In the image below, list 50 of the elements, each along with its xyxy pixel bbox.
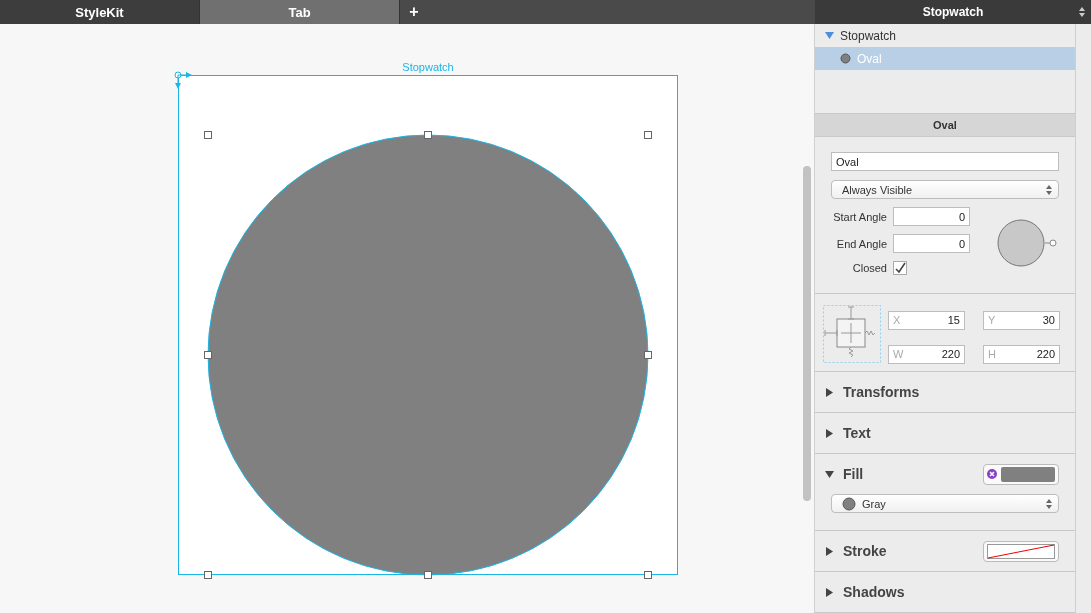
add-tab-button[interactable]: + bbox=[400, 0, 428, 24]
stroke-color-well[interactable] bbox=[983, 540, 1059, 562]
collapsed-triangle-icon[interactable] bbox=[825, 587, 834, 597]
angle-dial[interactable] bbox=[997, 218, 1057, 269]
field-label: End Angle bbox=[835, 237, 887, 250]
section-header[interactable]: Stroke bbox=[815, 531, 1075, 571]
section-header[interactable]: Transforms bbox=[815, 372, 1075, 412]
section-header[interactable]: Fill bbox=[815, 454, 1075, 494]
tab[interactable]: StyleKit bbox=[0, 0, 200, 24]
geometry-field[interactable]: Y 30 bbox=[983, 311, 1060, 331]
name-field[interactable]: Oval bbox=[831, 152, 1059, 172]
artboard-title: Stopwatch bbox=[401, 61, 455, 73]
section-header[interactable]: Text bbox=[815, 413, 1075, 453]
fill-color-well[interactable] bbox=[983, 463, 1059, 485]
tab[interactable]: Tab bbox=[200, 0, 400, 24]
collapsed-triangle-icon[interactable] bbox=[825, 546, 834, 556]
closed-checkbox[interactable] bbox=[893, 261, 907, 276]
section-header: Oval bbox=[815, 114, 1075, 138]
field-label: Start Angle bbox=[832, 210, 887, 223]
collapsed-triangle-icon[interactable] bbox=[825, 428, 834, 438]
angle-field[interactable]: 0 bbox=[893, 234, 970, 254]
expanded-triangle-icon[interactable] bbox=[825, 469, 834, 479]
resize-handle[interactable] bbox=[424, 131, 432, 139]
scrollbar-thumb[interactable] bbox=[803, 166, 811, 501]
resize-handle[interactable] bbox=[204, 351, 212, 359]
geometry-field[interactable]: H 220 bbox=[983, 345, 1060, 365]
stepper-arrows-icon bbox=[1079, 7, 1085, 17]
stepper-arrows-icon bbox=[1046, 498, 1052, 509]
geometry-field[interactable]: W 220 bbox=[888, 345, 965, 365]
geometry-field[interactable]: X 15 bbox=[888, 311, 965, 331]
inspector-header[interactable]: Stopwatch bbox=[815, 0, 1091, 24]
resize-handle[interactable] bbox=[644, 131, 652, 139]
section-header[interactable]: Shadows bbox=[815, 572, 1075, 612]
layer-row[interactable]: Stopwatch bbox=[815, 24, 1075, 47]
field-label: Closed bbox=[851, 262, 887, 275]
angle-field[interactable]: 0 bbox=[893, 207, 970, 227]
oval-shape[interactable] bbox=[207, 134, 649, 576]
color-dropdown[interactable]: Gray bbox=[831, 494, 1059, 513]
clear-icon[interactable] bbox=[987, 469, 997, 479]
resize-handle[interactable] bbox=[204, 571, 212, 579]
color-swatch-icon bbox=[842, 496, 856, 511]
collapsed-triangle-icon[interactable] bbox=[825, 387, 834, 397]
resize-handle[interactable] bbox=[204, 131, 212, 139]
visibility-dropdown[interactable]: Always Visible bbox=[831, 180, 1059, 200]
stepper-arrows-icon bbox=[1046, 184, 1052, 195]
resize-handle[interactable] bbox=[424, 571, 432, 579]
oval-icon bbox=[840, 53, 851, 64]
resize-handle[interactable] bbox=[644, 351, 652, 359]
document-title: Stopwatch bbox=[922, 5, 984, 19]
resize-handle[interactable] bbox=[644, 571, 652, 579]
